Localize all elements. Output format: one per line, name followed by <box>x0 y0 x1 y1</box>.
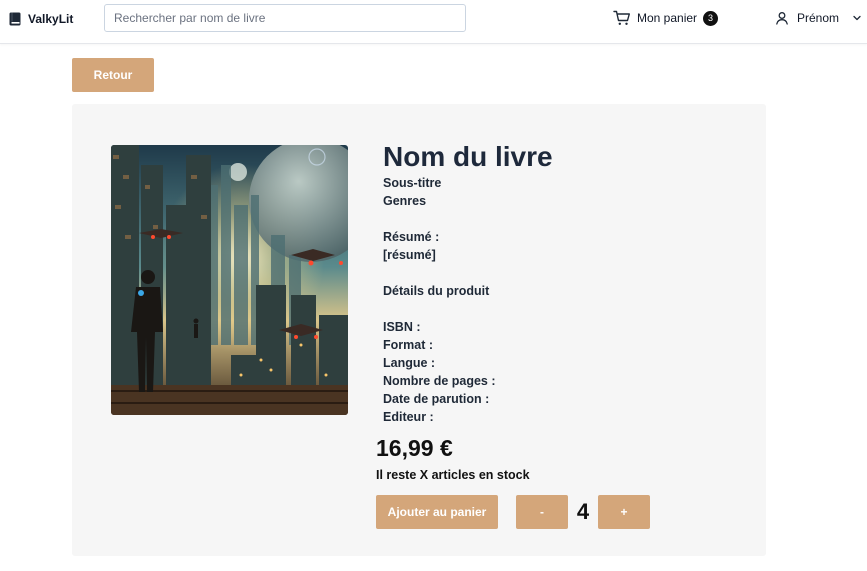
user-icon <box>776 12 788 25</box>
release-date-label: Date de parution : <box>383 392 490 406</box>
summary-value: [résumé] <box>383 248 436 262</box>
cart-label: Mon panier <box>637 11 698 25</box>
cart-button[interactable]: Mon panier 3 <box>613 9 719 27</box>
summary-label: Résumé : <box>383 230 440 244</box>
stock-status: Il reste X articles en stock <box>376 468 530 482</box>
decrease-quantity-button[interactable]: - <box>516 495 568 529</box>
book-cover-image <box>111 145 348 415</box>
book-icon <box>9 12 21 26</box>
language-label: Langue : <box>383 356 436 370</box>
search-input[interactable] <box>104 4 466 32</box>
details-heading: Détails du produit <box>383 284 490 298</box>
user-menu[interactable]: Prénom <box>775 9 863 27</box>
brand-name: ValkyLit <box>28 12 74 26</box>
quantity-value: 4 <box>576 499 590 524</box>
cart-count-badge: 3 <box>703 10 719 26</box>
chevron-down-icon[interactable] <box>851 12 863 24</box>
brand[interactable]: ValkyLit <box>9 10 73 28</box>
user-name: Prénom <box>797 11 840 25</box>
product-details: Nom du livre Sous-titre Genres Résumé : … <box>383 140 553 426</box>
format-label: Format : <box>383 338 433 352</box>
increase-quantity-button[interactable]: + <box>598 495 650 529</box>
pages-label: Nombre de pages : <box>383 374 496 388</box>
price: 16,99 € <box>376 435 453 461</box>
book-genres: Genres <box>383 194 427 208</box>
back-button[interactable]: Retour <box>72 58 154 92</box>
add-to-cart-button[interactable]: Ajouter au panier <box>376 495 498 529</box>
cart-icon <box>613 10 630 25</box>
top-navbar: ValkyLit Mon panier 3 Prénom <box>0 0 867 44</box>
publisher-label: Editeur : <box>383 410 434 424</box>
book-subtitle: Sous-titre <box>383 176 442 190</box>
isbn-label: ISBN : <box>383 320 421 334</box>
book-title: Nom du livre <box>383 141 553 172</box>
